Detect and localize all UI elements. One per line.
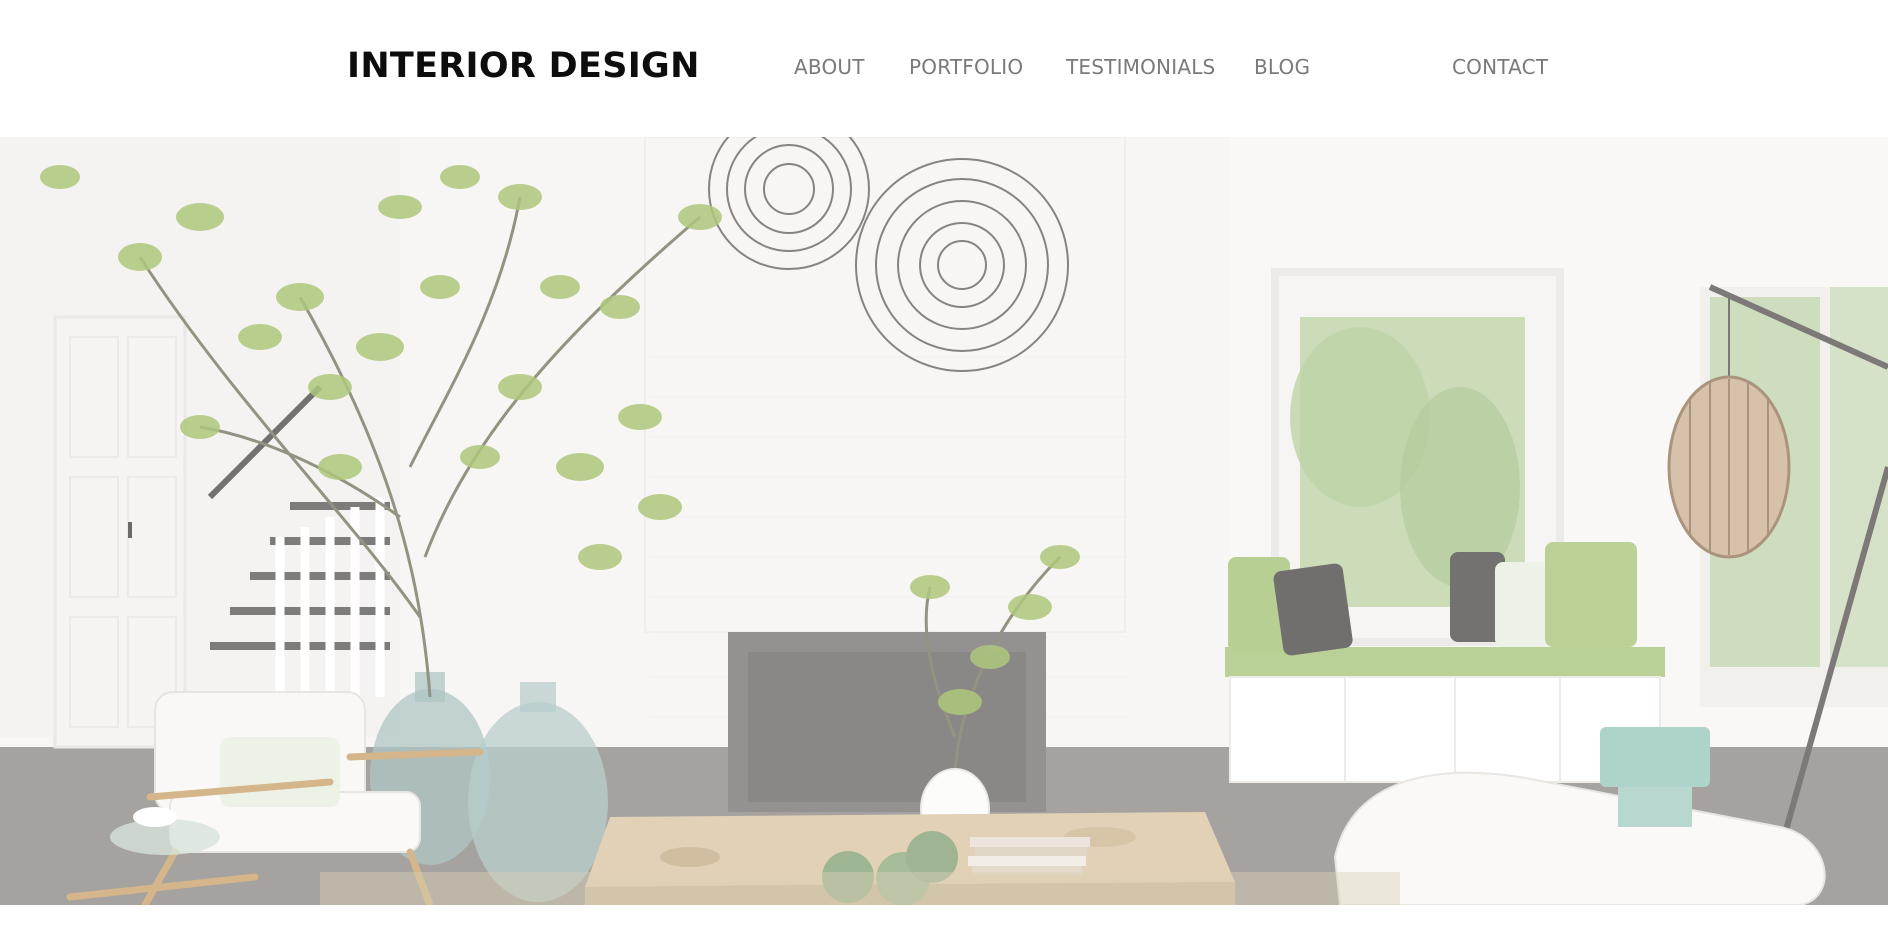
site-logo[interactable]: INTERIOR DESIGN <box>347 44 700 88</box>
nav-portfolio[interactable]: PORTFOLIO <box>909 54 1023 80</box>
site-header: INTERIOR DESIGN ABOUT PORTFOLIO TESTIMON… <box>0 0 1888 137</box>
hero-image <box>0 137 1888 905</box>
nav-blog[interactable]: BLOG <box>1254 54 1310 80</box>
nav-about[interactable]: ABOUT <box>794 54 865 80</box>
hero-banner <box>0 137 1888 905</box>
nav-testimonials[interactable]: TESTIMONIALS <box>1066 54 1215 80</box>
nav-contact[interactable]: CONTACT <box>1452 54 1548 80</box>
